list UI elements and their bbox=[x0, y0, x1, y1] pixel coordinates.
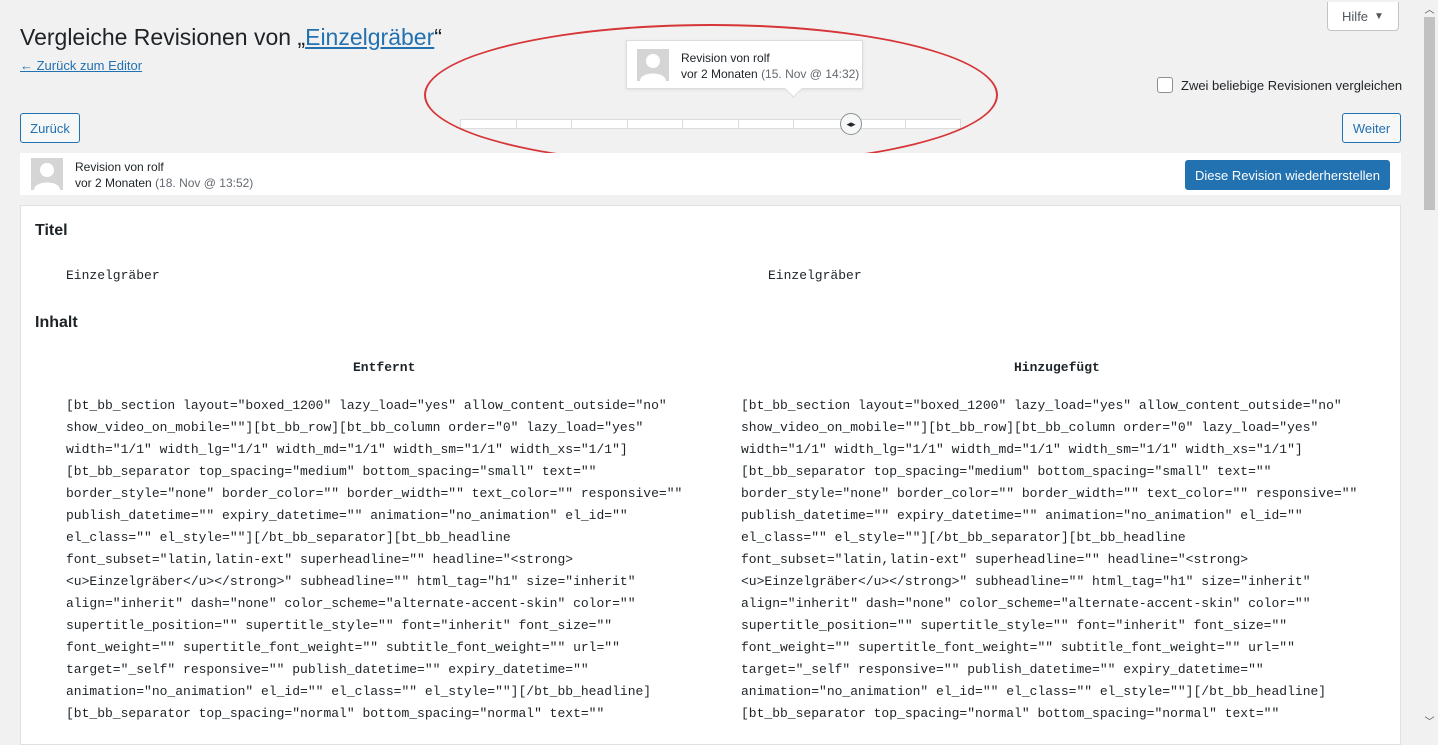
content-section-heading: Inhalt bbox=[35, 314, 78, 331]
tooltip-author: rolf bbox=[753, 51, 770, 65]
selected-revision-text: Revision von rolf vor 2 Monaten (18. Nov… bbox=[75, 159, 253, 191]
slider-handle[interactable]: ◂▸ bbox=[840, 113, 862, 135]
scroll-down-arrow-icon[interactable]: ﹀ bbox=[1421, 712, 1438, 729]
page-title-prefix: Vergleiche Revisionen von „ bbox=[20, 24, 306, 50]
diff-left-content: [bt_bb_section layout="boxed_1200" lazy_… bbox=[66, 398, 683, 721]
added-column-heading: Hinzugefügt bbox=[1014, 360, 1100, 375]
title-section-heading: Titel bbox=[35, 222, 68, 239]
avatar bbox=[31, 158, 63, 190]
title-new-value: Einzelgräber bbox=[768, 268, 862, 283]
tooltip-date: (15. Nov @ 14:32) bbox=[761, 67, 860, 81]
revision-prefix: Revision von bbox=[75, 160, 148, 174]
user-silhouette-icon bbox=[637, 49, 669, 81]
scroll-up-arrow-icon[interactable]: ︿ bbox=[1421, 0, 1438, 17]
help-label: Hilfe bbox=[1342, 8, 1369, 24]
revision-slider[interactable] bbox=[460, 119, 961, 129]
restore-revision-button[interactable]: Diese Revision wiederherstellen bbox=[1185, 160, 1390, 190]
tooltip-text: Revision von rolf vor 2 Monaten (15. Nov… bbox=[681, 50, 859, 82]
slider-tick bbox=[517, 120, 573, 128]
caret-down-icon: ▼ bbox=[1374, 10, 1384, 22]
revision-author: rolf bbox=[147, 160, 164, 174]
previous-revision-button[interactable]: Zurück bbox=[20, 113, 80, 143]
page-scrollbar[interactable]: ︿ ﹀ bbox=[1421, 0, 1438, 729]
slider-tick bbox=[906, 120, 961, 128]
help-button[interactable]: Hilfe ▼ bbox=[1327, 2, 1399, 31]
revision-tooltip: Revision von rolf vor 2 Monaten (15. Nov… bbox=[626, 40, 863, 89]
post-title-link[interactable]: Einzelgräber bbox=[305, 24, 434, 50]
back-to-editor-link[interactable]: ← Zurück zum Editor bbox=[20, 58, 142, 73]
removed-column-heading: Entfernt bbox=[353, 360, 416, 375]
compare-two-checkbox[interactable] bbox=[1157, 77, 1173, 93]
slider-tick bbox=[628, 120, 684, 128]
tooltip-time: vor 2 Monaten bbox=[681, 67, 758, 81]
compare-two-revisions[interactable]: Zwei beliebige Revisionen vergleichen bbox=[1157, 77, 1402, 93]
page-title: Vergleiche Revisionen von „Einzelgräber“ bbox=[20, 22, 442, 52]
scrollbar-thumb[interactable] bbox=[1424, 17, 1435, 210]
revision-time: vor 2 Monaten bbox=[75, 176, 152, 190]
diff-panel: Titel Einzelgräber Einzelgräber Inhalt E… bbox=[20, 205, 1401, 745]
slider-tick bbox=[572, 120, 628, 128]
page-title-suffix: “ bbox=[434, 24, 442, 50]
slider-tick bbox=[461, 120, 517, 128]
next-revision-button[interactable]: Weiter bbox=[1342, 113, 1401, 143]
tooltip-prefix: Revision von bbox=[681, 51, 754, 65]
diff-right-content: [bt_bb_section layout="boxed_1200" lazy_… bbox=[741, 398, 1358, 721]
revision-date: (18. Nov @ 13:52) bbox=[155, 176, 254, 190]
slider-tick bbox=[739, 120, 795, 128]
title-old-value: Einzelgräber bbox=[66, 268, 160, 283]
compare-two-label: Zwei beliebige Revisionen vergleichen bbox=[1181, 77, 1403, 93]
slider-tick bbox=[683, 120, 739, 128]
avatar bbox=[637, 49, 669, 81]
user-silhouette-icon bbox=[31, 158, 63, 190]
